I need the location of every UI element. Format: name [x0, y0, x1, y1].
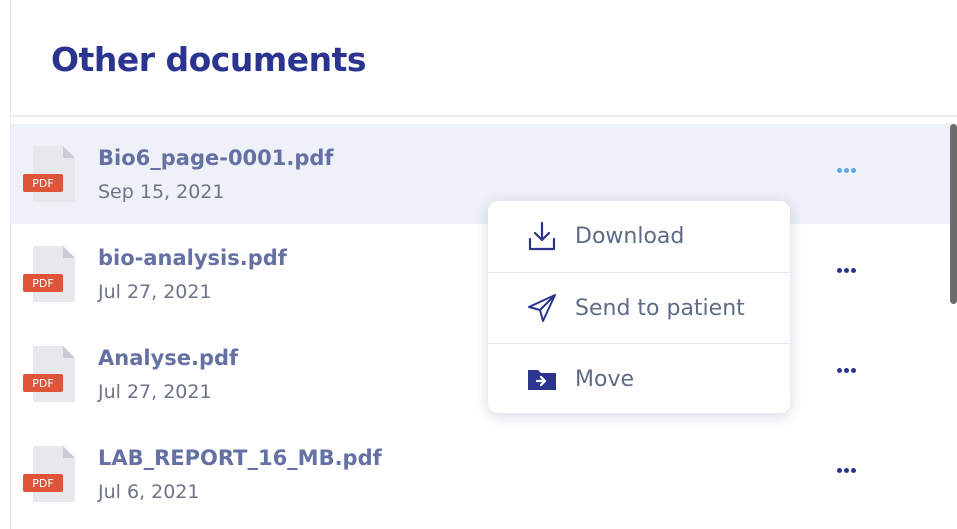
documents-panel: Other documents PDF Bio6_page-0001.pdf S…: [10, 0, 957, 529]
menu-item-label: Send to patient: [575, 295, 745, 321]
svg-text:PDF: PDF: [32, 177, 53, 190]
document-date: Jul 27, 2021: [98, 281, 212, 303]
header-divider: [11, 115, 957, 117]
svg-text:PDF: PDF: [32, 377, 53, 390]
pdf-file-icon: PDF: [23, 246, 75, 302]
menu-item-send-to-patient[interactable]: Send to patient: [488, 272, 790, 343]
document-name[interactable]: Bio6_page-0001.pdf: [98, 146, 334, 170]
scrollbar[interactable]: [950, 124, 957, 304]
menu-item-move[interactable]: Move: [488, 343, 790, 413]
document-name[interactable]: bio-analysis.pdf: [98, 246, 287, 270]
pdf-file-icon: PDF: [23, 146, 75, 202]
document-row[interactable]: PDF Analyse.pdf Jul 27, 2021: [11, 324, 957, 424]
menu-item-label: Move: [575, 366, 634, 392]
document-date: Sep 15, 2021: [98, 181, 225, 203]
section-title: Other documents: [51, 40, 367, 79]
svg-text:PDF: PDF: [32, 477, 53, 490]
more-options-button[interactable]: [837, 164, 861, 176]
document-name[interactable]: LAB_REPORT_16_MB.pdf: [98, 446, 382, 470]
document-date: Jul 27, 2021: [98, 381, 212, 403]
dot-icon: [837, 167, 842, 173]
pdf-file-icon: PDF: [23, 446, 75, 502]
context-menu: Download Send to patient Move: [488, 201, 790, 413]
dot-icon: [837, 467, 842, 473]
send-icon: [528, 294, 556, 322]
document-name[interactable]: Analyse.pdf: [98, 346, 238, 370]
dot-icon: [851, 467, 856, 473]
menu-item-download[interactable]: Download: [488, 201, 790, 271]
move-folder-icon: [528, 370, 556, 390]
more-options-button[interactable]: [837, 364, 861, 376]
document-row[interactable]: PDF bio-analysis.pdf Jul 27, 2021: [11, 224, 957, 324]
dot-icon: [837, 367, 842, 373]
document-date: Jul 6, 2021: [98, 481, 200, 503]
dot-icon: [837, 267, 842, 273]
document-row[interactable]: PDF LAB_REPORT_16_MB.pdf Jul 6, 2021: [11, 424, 957, 524]
svg-text:PDF: PDF: [32, 277, 53, 290]
more-options-button[interactable]: [837, 464, 861, 476]
dot-icon: [851, 267, 856, 273]
dot-icon: [851, 367, 856, 373]
dot-icon: [851, 167, 856, 173]
menu-item-label: Download: [575, 223, 685, 249]
pdf-file-icon: PDF: [23, 346, 75, 402]
more-options-button[interactable]: [837, 264, 861, 276]
dot-icon: [844, 167, 849, 173]
dot-icon: [844, 467, 849, 473]
dot-icon: [844, 267, 849, 273]
download-icon: [528, 221, 556, 251]
document-row[interactable]: PDF Bio6_page-0001.pdf Sep 15, 2021: [11, 124, 957, 224]
dot-icon: [844, 367, 849, 373]
